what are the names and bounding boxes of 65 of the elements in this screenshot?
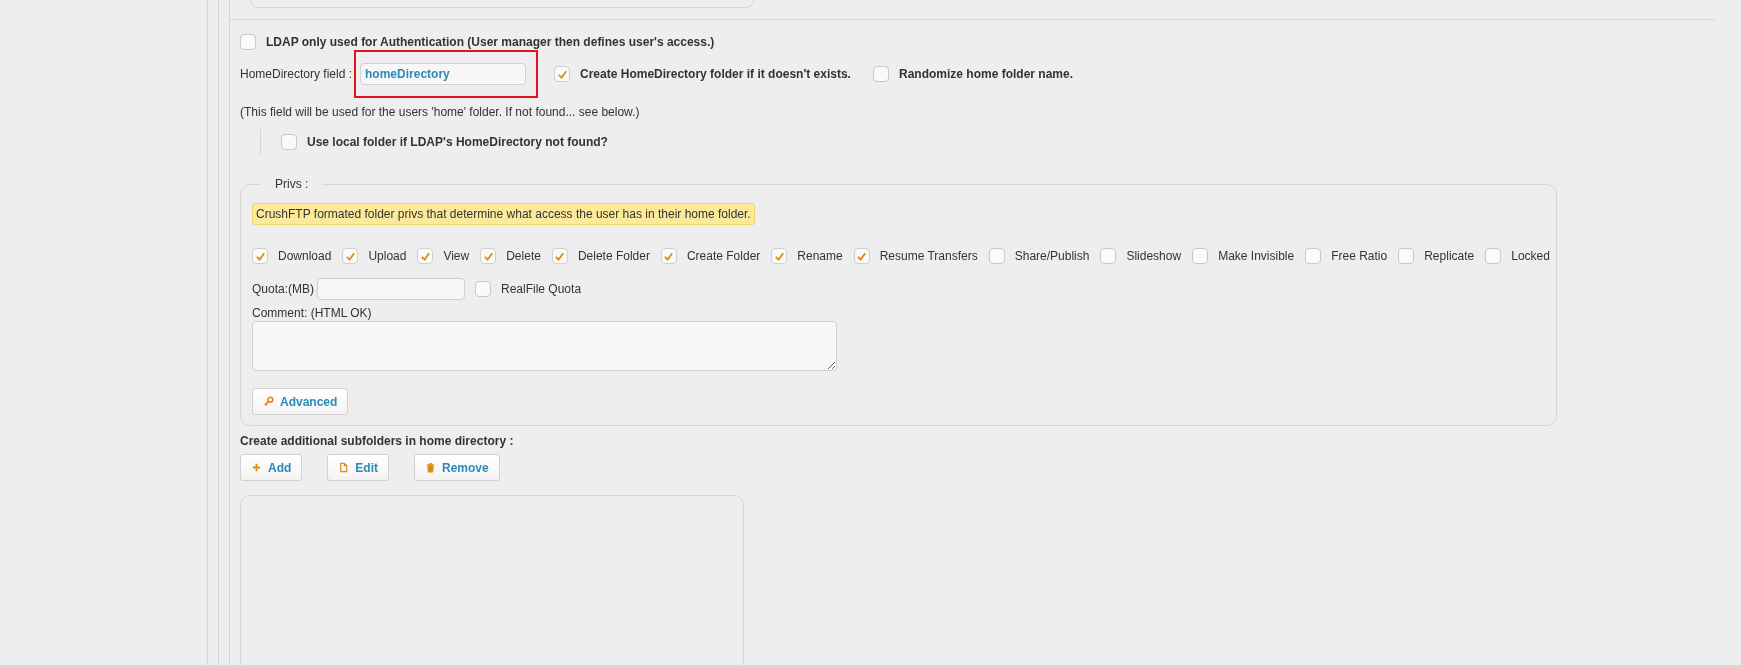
checkmark-icon bbox=[663, 250, 675, 262]
field-label: HomeDirectory field : bbox=[240, 67, 353, 81]
checkbox[interactable] bbox=[660, 248, 677, 264]
comment-textarea[interactable] bbox=[252, 321, 837, 371]
checkbox-label: Locked bbox=[1511, 249, 1550, 263]
checkbox-label: Use local folder if LDAP's HomeDirectory not found? bbox=[307, 135, 608, 149]
checkbox-label: LDAP only used for Authentication (User manager then defines user's access.) bbox=[266, 35, 715, 49]
add-button[interactable]: Add bbox=[240, 454, 303, 481]
checkbox[interactable] bbox=[1398, 248, 1415, 264]
checkbox[interactable] bbox=[475, 281, 491, 297]
checkbox-label: Make Invisible bbox=[1218, 249, 1295, 263]
checkbox-label: Slideshow bbox=[1126, 249, 1182, 263]
checkbox[interactable] bbox=[281, 134, 297, 150]
checkbox[interactable] bbox=[1485, 248, 1502, 264]
edit-button[interactable]: Edit bbox=[327, 454, 389, 481]
checkmark-icon bbox=[556, 68, 568, 80]
checkbox-label: View bbox=[443, 249, 470, 263]
help-text: (This field will be used for the users 'home' folder. If not found... see below.) bbox=[240, 105, 641, 119]
checkbox-label: Download bbox=[278, 249, 332, 263]
checkbox[interactable] bbox=[988, 248, 1005, 264]
advanced-button[interactable]: Advanced bbox=[252, 388, 349, 415]
checkbox-label: Create HomeDirectory folder if it doesn't exists. bbox=[580, 67, 851, 81]
input-field[interactable] bbox=[317, 278, 465, 300]
checkmark-icon bbox=[419, 250, 431, 262]
checkbox-label: Create Folder bbox=[686, 249, 761, 263]
checkmark-icon bbox=[482, 250, 494, 262]
checkmark-icon bbox=[773, 250, 785, 262]
checkbox[interactable] bbox=[417, 248, 434, 264]
checkbox[interactable] bbox=[480, 248, 497, 264]
field-label: Comment: (HTML OK) bbox=[252, 306, 373, 320]
info-note: CrushFTP formated folder privs that determine what access the user has in their home folder. bbox=[252, 203, 755, 225]
trash-icon bbox=[425, 462, 436, 473]
checkmark-icon bbox=[554, 250, 566, 262]
checkbox-label: Delete Folder bbox=[577, 249, 650, 263]
checkmark-icon bbox=[856, 250, 868, 262]
checkbox[interactable] bbox=[1305, 248, 1322, 264]
checkbox-label: Replicate bbox=[1424, 249, 1475, 263]
checkbox-label: Rename bbox=[797, 249, 843, 263]
checkbox-label: Delete bbox=[506, 249, 541, 263]
panel-legend: Privs : bbox=[261, 177, 323, 191]
key-icon bbox=[263, 396, 274, 407]
section-title: Create additional subfolders in home directory : bbox=[240, 434, 515, 448]
plus-icon bbox=[251, 462, 262, 473]
checkbox[interactable] bbox=[554, 66, 571, 82]
checkbox-label: Upload bbox=[368, 249, 407, 263]
checkbox-label: Randomize home folder name. bbox=[898, 67, 1073, 81]
checkbox[interactable] bbox=[853, 248, 870, 264]
checkbox[interactable] bbox=[252, 248, 268, 264]
checkbox-label: RealFile Quota bbox=[501, 282, 582, 296]
checkmark-icon bbox=[254, 250, 266, 262]
checkbox[interactable] bbox=[771, 248, 788, 264]
checkbox[interactable] bbox=[342, 248, 359, 264]
checkbox[interactable] bbox=[1100, 248, 1117, 264]
checkbox[interactable] bbox=[551, 248, 568, 264]
document-icon bbox=[338, 462, 350, 473]
checkbox-label: Share/Publish bbox=[1014, 249, 1090, 263]
checkbox[interactable] bbox=[240, 34, 256, 50]
checkmark-icon bbox=[344, 250, 356, 262]
checkbox-label: Free Ratio bbox=[1331, 249, 1388, 263]
checkbox[interactable] bbox=[872, 66, 889, 82]
input-field[interactable]: homeDirectory bbox=[360, 63, 527, 85]
field-label: Quota:(MB) bbox=[252, 282, 314, 296]
remove-button[interactable]: Remove bbox=[414, 454, 500, 481]
checkbox-label: Resume Transfers bbox=[879, 249, 978, 263]
checkbox[interactable] bbox=[1192, 248, 1209, 264]
